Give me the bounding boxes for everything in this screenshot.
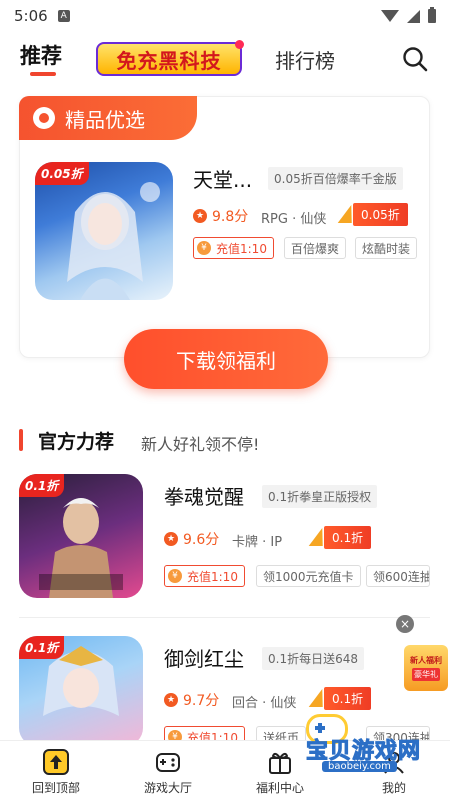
notification-icon: A (57, 10, 70, 22)
game-category: RPG · 仙侠 (261, 212, 327, 227)
logo-dot (235, 40, 244, 49)
divider (19, 617, 430, 618)
game-icon[interactable]: 0.1折 (19, 474, 143, 598)
star-icon: ★ (164, 532, 178, 546)
back-to-top-icon (43, 749, 69, 775)
feature-tag: 领1000元充值卡 (256, 565, 361, 587)
nav-label: 我的 (381, 781, 406, 795)
nav-label: 福利中心 (255, 781, 304, 795)
feature-tag: 领600连抽 (366, 565, 430, 587)
section-accent-bar (19, 429, 23, 451)
discount-label: 0.1折 (308, 686, 372, 710)
star-icon: ★ (164, 693, 178, 707)
active-tab-indicator (30, 72, 56, 76)
logo-text: 免充黑科技 (116, 48, 222, 73)
status-bar: 5:06 A (0, 0, 450, 32)
medal-icon (33, 107, 55, 129)
discount-value: 0.05折 (353, 202, 408, 226)
signal-icon (407, 9, 420, 23)
feature-tag: 百倍爆爽 (284, 237, 347, 259)
discount-label: 0.05折 (337, 202, 408, 226)
gift-line-1: 新人福利 (410, 656, 442, 665)
top-nav: 推荐 免充黑科技 排行榜 (0, 36, 450, 86)
rating-value: 9.7分 (183, 693, 220, 709)
recharge-tag: ¥ 充值1:10 (193, 237, 274, 259)
game-subtitle-tag: 0.1折每日送648 (262, 647, 364, 670)
game-title[interactable]: 拳魂觉醒 (164, 481, 244, 510)
game-rating: ★ 9.6分 (164, 529, 219, 549)
game-category: 卡牌 · IP (232, 535, 283, 550)
status-time: 5:06 (14, 7, 48, 25)
watermark: 宝贝游戏网 baobeiy.com (282, 733, 422, 781)
newbie-gift-float[interactable]: 新人福利 豪华礼 (404, 645, 448, 691)
tab-ranking[interactable]: 排行榜 (275, 45, 335, 74)
search-icon[interactable] (402, 46, 428, 72)
discount-value: 0.1折 (324, 686, 372, 710)
game-icon[interactable]: 0.1折 (19, 636, 143, 746)
download-button[interactable]: 下载领福利 (124, 329, 328, 389)
game-subtitle-tag: 0.1折拳皇正版授权 (262, 485, 378, 508)
nav-back-to-top[interactable]: 回到顶部 (11, 749, 101, 796)
featured-label-text: 精品优选 (65, 107, 145, 132)
discount-badge: 0.1折 (19, 474, 65, 497)
tab-recommend[interactable]: 推荐 (20, 40, 62, 70)
feature-tag: 炫酷时装 (355, 237, 418, 259)
nav-label: 回到顶部 (31, 781, 80, 795)
section-subtitle: 新人好礼领不停! (141, 435, 260, 454)
wifi-icon (381, 10, 399, 22)
game-title[interactable]: 天堂... (193, 164, 252, 193)
watermark-en: baobeiy.com (322, 761, 397, 772)
game-rating: ★ 9.8分 (193, 206, 248, 226)
recharge-tag: ¥ 充值1:10 (164, 565, 245, 587)
close-icon[interactable]: × (396, 615, 414, 633)
game-title[interactable]: 御剑红尘 (164, 643, 244, 672)
star-icon: ★ (193, 209, 207, 223)
nav-game-hall[interactable]: 游戏大厅 (123, 749, 213, 796)
game-rating: ★ 9.7分 (164, 690, 219, 710)
discount-label: 0.1折 (308, 525, 372, 549)
discount-badge: 0.05折 (35, 162, 89, 185)
tag-text: 充值1:10 (187, 569, 238, 584)
yen-icon: ¥ (168, 569, 182, 583)
battery-icon (428, 7, 436, 23)
nav-label: 游戏大厅 (143, 781, 192, 795)
section-title: 官方力荐 (38, 431, 115, 453)
featured-label: 精品优选 (19, 96, 197, 140)
rating-value: 9.8分 (212, 209, 249, 225)
game-icon[interactable]: 0.05折 (35, 162, 173, 300)
discount-value: 0.1折 (324, 525, 372, 549)
gamepad-icon (156, 753, 180, 772)
yen-icon: ¥ (197, 241, 211, 255)
gift-line-2: 豪华礼 (412, 668, 440, 681)
featured-card: 精品优选 0.05折 天堂... 0.05折百倍爆率千金版 ★ 9.8分 RPG… (19, 96, 430, 358)
discount-badge: 0.1折 (19, 636, 65, 659)
status-icons (381, 7, 436, 23)
tag-text: 充值1:10 (216, 241, 267, 256)
game-subtitle-tag: 0.05折百倍爆率千金版 (268, 167, 403, 190)
game-category: 回合 · 仙侠 (232, 696, 297, 711)
rating-value: 9.6分 (183, 532, 220, 548)
brand-logo[interactable]: 免充黑科技 (96, 40, 244, 76)
